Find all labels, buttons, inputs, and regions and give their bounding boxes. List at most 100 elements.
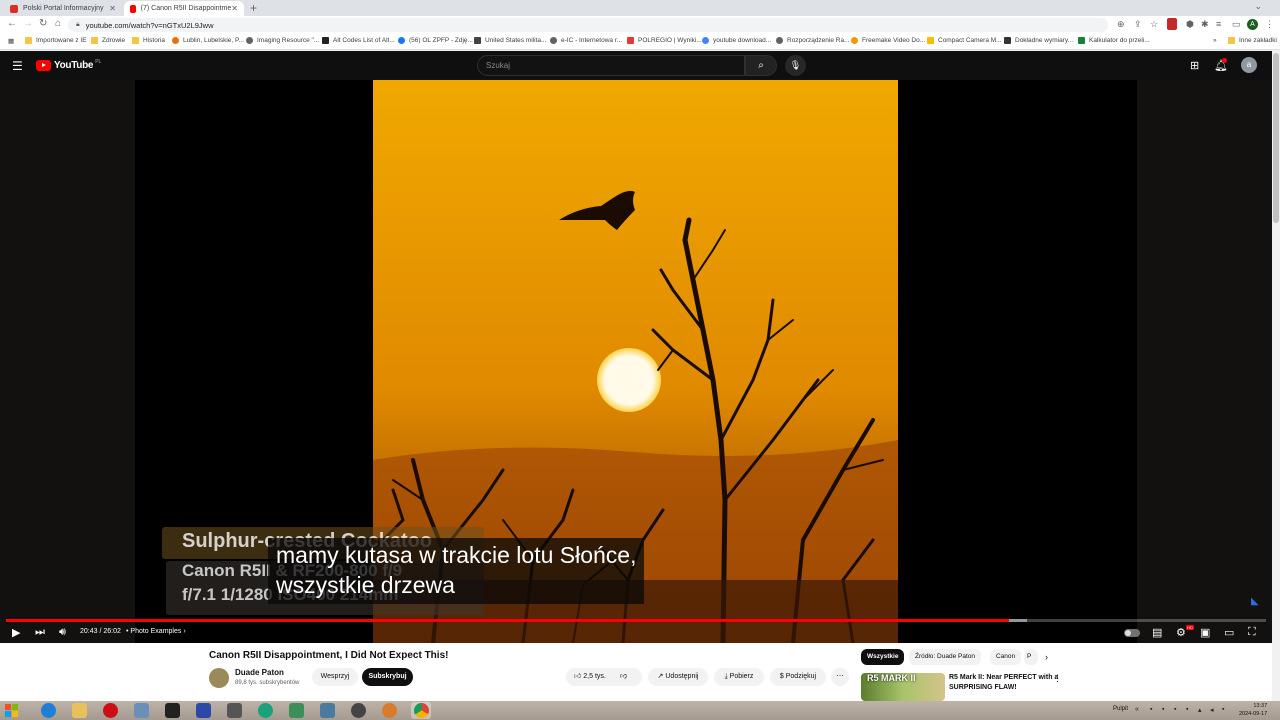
address-bar[interactable]: 🔒︎ youtube.com/watch?v=nGTxU2L9Jww: [68, 18, 1108, 32]
chip-all[interactable]: Wszystkie: [861, 649, 905, 665]
save-disk-icon[interactable]: [196, 703, 211, 718]
bookmark-item[interactable]: Importowane z IE: [25, 37, 87, 44]
tray-icon[interactable]: ▪: [1150, 706, 1152, 713]
theater-mode-icon[interactable]: ▭: [1224, 626, 1234, 639]
bookmark-item[interactable]: Kalkulator do przeli...: [1078, 37, 1150, 44]
bookmark-item[interactable]: Compact Camera M...: [927, 37, 1002, 44]
account-avatar[interactable]: a: [1241, 57, 1257, 73]
new-tab-button[interactable]: +: [250, 1, 257, 15]
volume-icon[interactable]: 🔊︎: [59, 626, 66, 639]
apps-icon[interactable]: ▦: [8, 37, 14, 45]
volume-tray-icon[interactable]: ◂: [1210, 706, 1214, 714]
install-icon[interactable]: ⊕: [1117, 19, 1125, 30]
next-icon[interactable]: ⏭︎: [35, 626, 45, 639]
network-icon[interactable]: ▴: [1198, 706, 1202, 714]
file-explorer-icon[interactable]: [72, 703, 87, 718]
reload-icon[interactable]: ↻: [39, 18, 47, 29]
app-icon[interactable]: [351, 703, 366, 718]
chevron-down-icon[interactable]: ⌄: [1254, 1, 1262, 12]
more-vert-icon[interactable]: ⋮: [1053, 673, 1062, 684]
chip-source[interactable]: Źródło: Duade Paton: [909, 649, 981, 665]
app-icon[interactable]: [289, 703, 304, 718]
puzzle-icon[interactable]: ✱: [1201, 19, 1209, 30]
extension-icon[interactable]: [1167, 18, 1177, 30]
dislike-button[interactable]: 👎︎: [620, 668, 627, 686]
app-icon[interactable]: [227, 703, 242, 718]
tray-icon[interactable]: ▪: [1222, 706, 1224, 713]
menu-icon[interactable]: ⋮: [1265, 19, 1274, 30]
bookmark-item[interactable]: POLREGIO | Wyniki...: [627, 37, 702, 44]
page-scrollbar[interactable]: [1272, 51, 1280, 701]
windows-start-icon[interactable]: [5, 704, 18, 717]
create-video-icon[interactable]: ⊞: [1190, 59, 1199, 72]
bookmark-item[interactable]: Rozporządzenie Ra...: [776, 37, 850, 44]
system-clock[interactable]: 13:37 2024-09-17: [1239, 702, 1267, 718]
autoplay-toggle[interactable]: [1124, 629, 1140, 637]
voice-search-button[interactable]: 🎙︎: [785, 55, 806, 76]
profile-avatar[interactable]: A: [1247, 19, 1258, 30]
bookmark-item[interactable]: Historia: [132, 37, 165, 44]
like-button[interactable]: 👍︎ 2,5 tys.: [574, 673, 606, 680]
close-icon[interactable]: ✕: [109, 4, 116, 13]
menu-icon[interactable]: ☰: [12, 59, 23, 73]
forward-icon[interactable]: →: [23, 18, 33, 29]
chevron-right-icon[interactable]: ›: [1045, 652, 1048, 662]
bookmark-item[interactable]: youtube download...: [702, 37, 771, 44]
home-icon[interactable]: ⌂: [55, 18, 61, 29]
subscribe-button[interactable]: Subskrybuj: [362, 668, 413, 686]
bookmark-item[interactable]: e-IC - Internetowa r...: [550, 37, 622, 44]
scrollbar-thumb[interactable]: [1273, 53, 1279, 223]
download-button[interactable]: ⤓ Pobierz: [714, 668, 764, 686]
youtube-logo[interactable]: YouTube PL: [36, 59, 101, 71]
bookmark-item[interactable]: United States milita...: [474, 37, 546, 44]
chip-canon[interactable]: Canon: [990, 649, 1022, 665]
more-actions-button[interactable]: ⋯: [831, 668, 849, 686]
tab-youtube[interactable]: (7) Canon R5II Disappointme ✕: [124, 1, 244, 16]
channel-name[interactable]: Duade Paton: [235, 668, 284, 677]
channel-avatar[interactable]: [209, 668, 229, 688]
miniplayer-icon[interactable]: ▣: [1200, 626, 1210, 639]
chapter-button[interactable]: • Photo Examples ›: [126, 628, 186, 635]
extension-icon[interactable]: ⬢: [1186, 19, 1194, 30]
batman-app-icon[interactable]: [165, 703, 180, 718]
tray-chevron-icon[interactable]: «: [1135, 706, 1139, 713]
thanks-button[interactable]: $ Podziękuj: [770, 668, 826, 686]
app-icon[interactable]: [320, 703, 335, 718]
tray-icon[interactable]: ▪: [1174, 706, 1176, 713]
bookmark-item[interactable]: Dokładne wymiary...: [1004, 37, 1073, 44]
tray-icon[interactable]: ▪: [1162, 706, 1164, 713]
subtitles-icon[interactable]: ▤: [1152, 626, 1162, 639]
brand-watermark-icon[interactable]: ◣: [1251, 596, 1259, 607]
support-button[interactable]: Wesprzyj: [312, 668, 358, 686]
opera-icon[interactable]: [103, 703, 118, 718]
close-icon[interactable]: ✕: [231, 4, 238, 13]
search-button[interactable]: ⌕: [745, 55, 777, 76]
app-icon[interactable]: [134, 703, 149, 718]
bookmark-item[interactable]: Lublin, Lubelskie, P...: [172, 37, 244, 44]
bookmark-item[interactable]: Freemake Video Do...: [851, 37, 925, 44]
fullscreen-icon[interactable]: ⛶: [1248, 626, 1256, 639]
tab-polski-portal[interactable]: Polski Portal Informacyjny ✕: [4, 1, 122, 16]
reading-list-icon[interactable]: ≡: [1216, 19, 1221, 29]
internet-explorer-icon[interactable]: [41, 703, 56, 718]
progress-bar[interactable]: [6, 619, 1266, 622]
app-icon[interactable]: [382, 703, 397, 718]
desktop-toolbar-label[interactable]: Pulpit: [1113, 706, 1128, 712]
chevron-right-icon[interactable]: »: [1213, 37, 1217, 44]
sidepanel-icon[interactable]: ▭: [1232, 19, 1241, 30]
search-input[interactable]: Szukaj: [477, 55, 745, 76]
bookmark-item[interactable]: Imaging Resource "...: [246, 37, 319, 44]
recommended-title[interactable]: R5 Mark II: Near PERFECT with a SURPRISI…: [949, 673, 1059, 693]
share-icon[interactable]: ⇪: [1134, 19, 1142, 30]
bookmark-item[interactable]: Zdrowie: [91, 37, 125, 44]
bookmark-item-other[interactable]: Inne zakładki: [1228, 37, 1277, 44]
play-icon[interactable]: ▶: [12, 626, 20, 639]
tray-icon[interactable]: ▪: [1186, 706, 1188, 713]
recommended-video[interactable]: R5 MARK II R5 Mark II: Near PERFECT with…: [861, 671, 1261, 701]
bookmark-item[interactable]: Alt Codes List of Alt...: [322, 37, 395, 44]
video-player[interactable]: Sulphur-crested Cockatoo Canon R5II & RF…: [0, 80, 1272, 643]
share-button[interactable]: ↗ Udostępnij: [648, 668, 708, 686]
back-icon[interactable]: ←: [7, 18, 17, 29]
chip-more[interactable]: P: [1024, 649, 1038, 665]
settings-gear-icon[interactable]: ⚙︎: [1176, 626, 1186, 639]
